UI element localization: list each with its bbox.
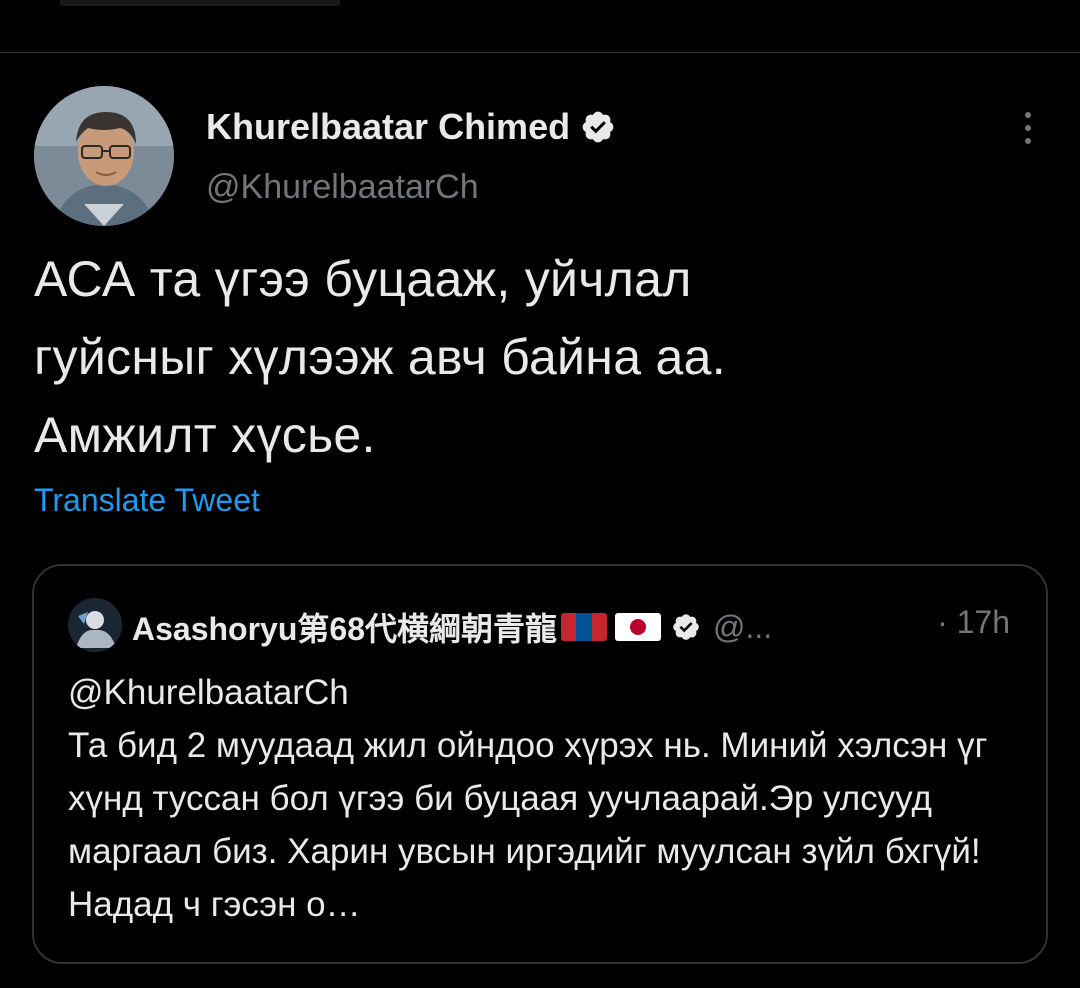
- japan-flag-icon: [615, 613, 661, 641]
- author-avatar[interactable]: [34, 86, 174, 226]
- author-name[interactable]: Khurelbaatar Chimed: [206, 106, 616, 148]
- more-dot: [1025, 138, 1031, 144]
- quoted-author-handle[interactable]: @...: [713, 609, 772, 646]
- quoted-tweet-time[interactable]: · 17h: [937, 604, 1010, 641]
- tweet-text: АСА та үгээ буцааж, уйчлал гуйсныг хүлээ…: [34, 251, 726, 463]
- verified-badge-icon: [582, 111, 614, 143]
- previous-tweet-remnant: [60, 0, 340, 6]
- more-dot: [1025, 112, 1031, 118]
- quoted-author-name[interactable]: Asashoryu第68代横綱朝青龍: [132, 604, 557, 650]
- quoted-verified-badge-icon: [673, 614, 699, 640]
- quoted-tweet-text: Та бид 2 муудаад жил ойндоо хүрэх нь. Ми…: [68, 726, 988, 924]
- quoted-author-avatar[interactable]: [68, 598, 122, 652]
- quoted-tweet-card[interactable]: Asashoryu第68代横綱朝青龍 @... · 17h @Khurelbaa…: [32, 564, 1048, 964]
- quoted-tweet-header: Asashoryu第68代横綱朝青龍 @... · 17h: [132, 604, 1032, 650]
- divider: [0, 52, 1080, 53]
- translate-tweet-link[interactable]: Translate Tweet: [34, 482, 260, 519]
- quoted-tweet-body: @KhurelbaatarCh Та бид 2 муудаад жил ойн…: [68, 666, 1028, 931]
- author-name-text[interactable]: Khurelbaatar Chimed: [206, 106, 570, 148]
- more-dot: [1025, 125, 1031, 131]
- author-handle[interactable]: @KhurelbaatarCh: [206, 168, 479, 207]
- mongolia-flag-icon: [561, 613, 607, 641]
- more-vertical-icon[interactable]: [1012, 108, 1044, 148]
- quoted-tweet-mention[interactable]: @KhurelbaatarCh: [68, 666, 1028, 719]
